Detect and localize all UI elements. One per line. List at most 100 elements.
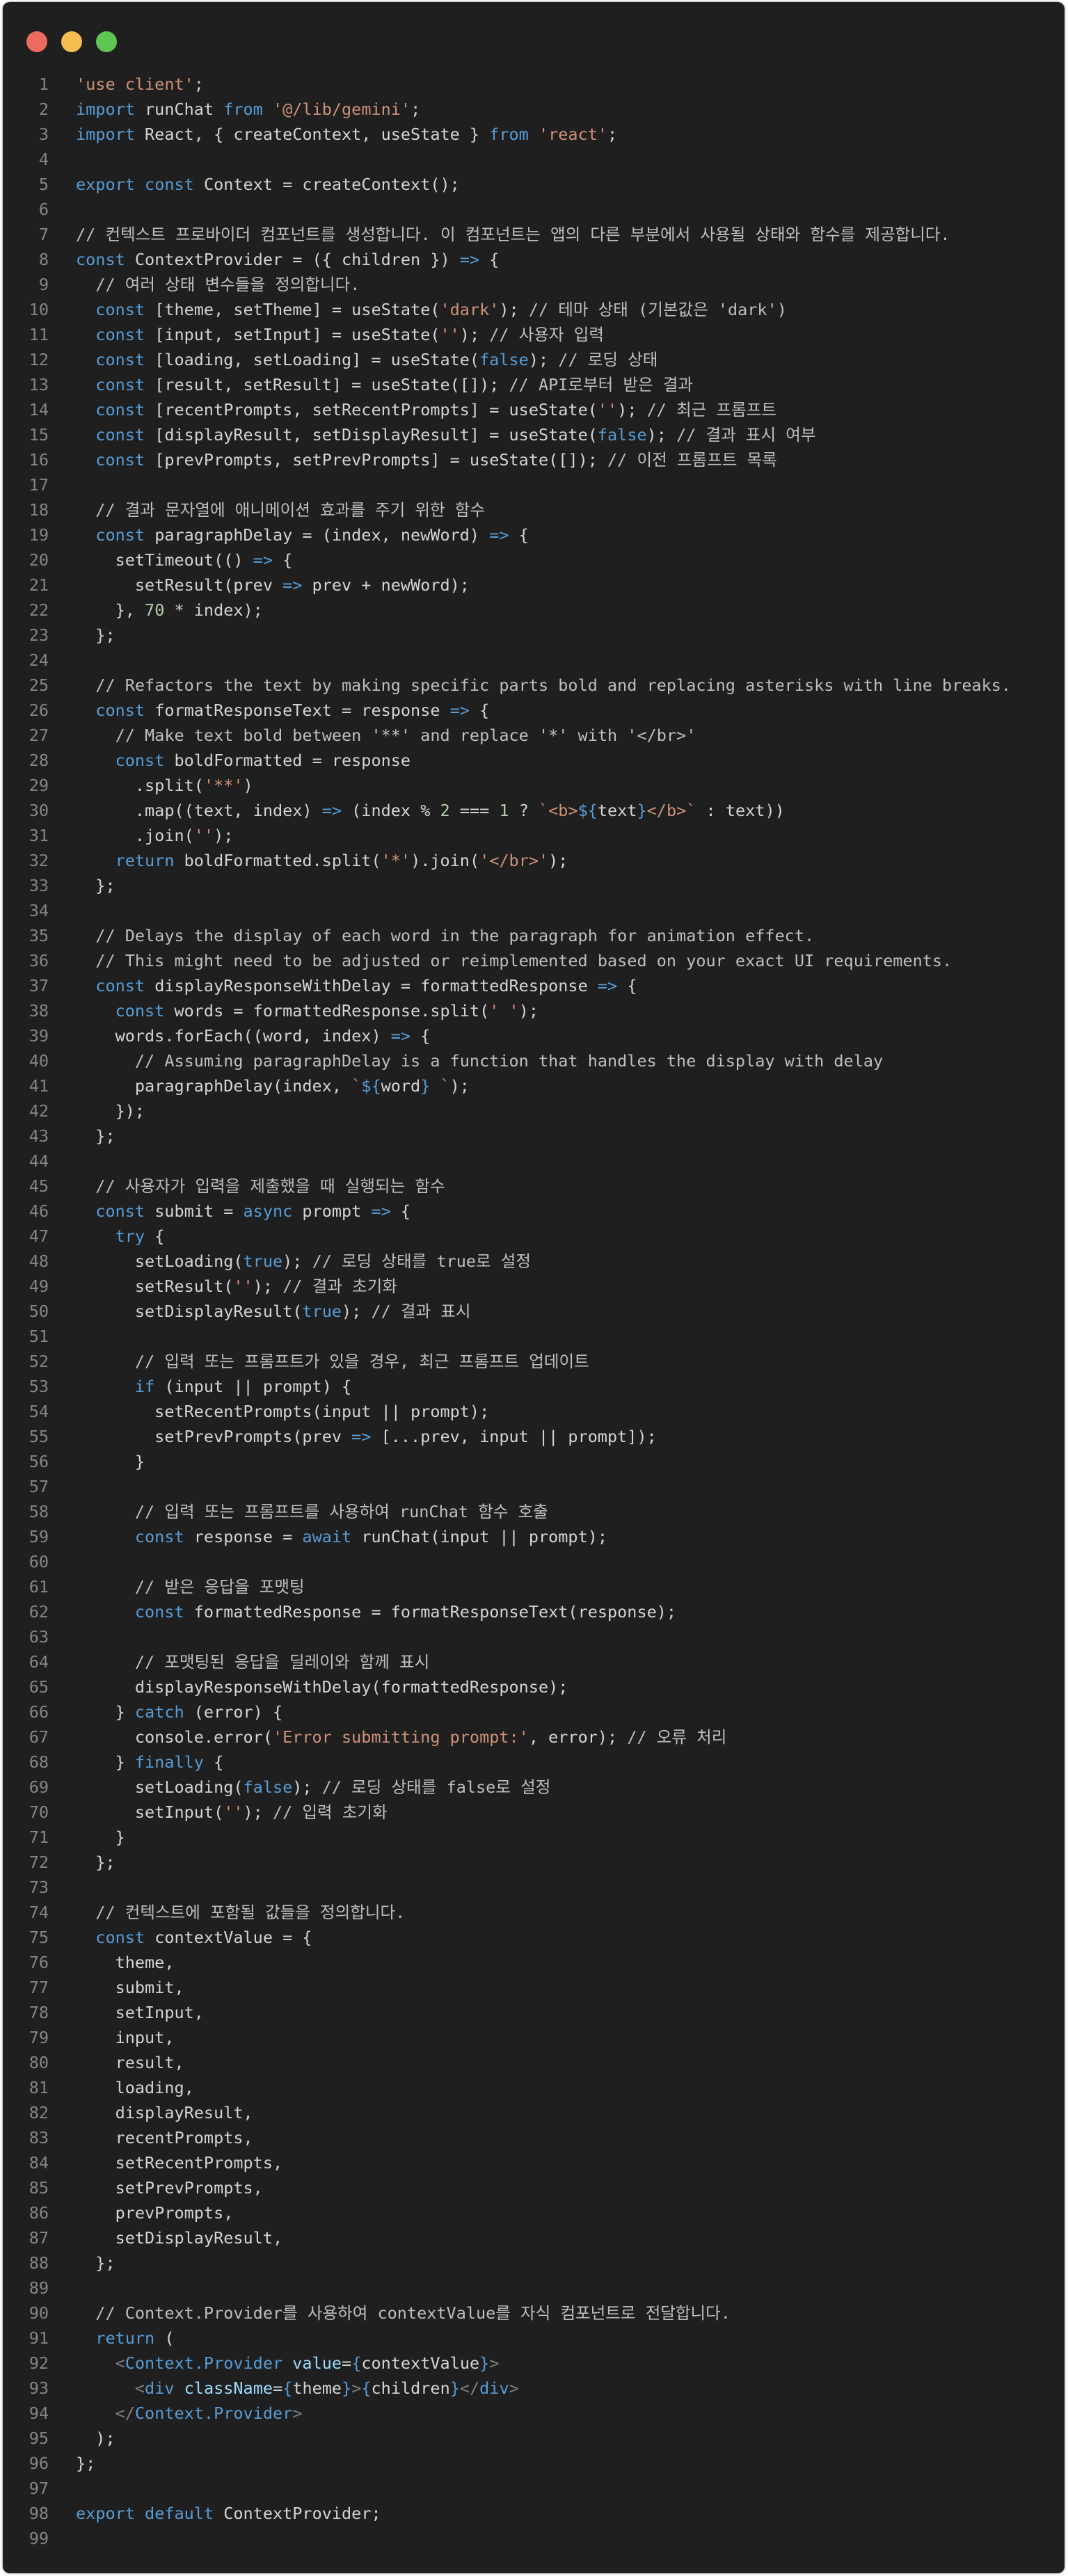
code-line: 97 — [3, 2476, 1065, 2501]
token-txt: { — [390, 1201, 411, 1221]
token-kw: return — [115, 851, 175, 870]
token-txt: } — [76, 1752, 135, 1772]
token-txt: runChat(input || prompt); — [351, 1527, 608, 1546]
line-source: }; — [76, 873, 115, 898]
token-txt: displayResponseWithDelay = formattedResp… — [145, 976, 598, 995]
token-com: // 사용자가 입력을 제출했을 때 실행되는 함수 — [95, 1176, 445, 1196]
line-source: const [theme, setTheme] = useState('dark… — [76, 297, 787, 322]
minimize-button[interactable] — [61, 31, 82, 52]
code-line: 49 setResult(''); // 결과 초기화 — [3, 1274, 1065, 1299]
code-line: 96}; — [3, 2451, 1065, 2476]
line-number: 7 — [38, 225, 49, 244]
token-txt: } — [76, 1702, 135, 1722]
token-com: // API로부터 받은 결과 — [509, 375, 694, 394]
line-source: // 사용자가 입력을 제출했을 때 실행되는 함수 — [76, 1174, 445, 1199]
line-number: 45 — [29, 1176, 49, 1196]
line-number: 88 — [29, 2253, 49, 2273]
token-com: // 최근 프롬프트 — [646, 400, 776, 419]
line-source: words.forEach((word, index) => { — [76, 1023, 431, 1048]
code-line: 77 submit, — [3, 1975, 1065, 2000]
line-number: 99 — [29, 2529, 49, 2548]
token-kw: finally — [134, 1752, 204, 1772]
token-kw: const — [115, 751, 165, 770]
token-txt: ); — [253, 1277, 283, 1296]
line-number: 92 — [29, 2353, 49, 2373]
line-source: // This might need to be adjusted or rei… — [76, 948, 952, 973]
token-kw: const — [95, 450, 145, 470]
line-source: prevPrompts, — [76, 2200, 234, 2225]
code-line: 55 setPrevPrompts(prev => [...prev, inpu… — [3, 1424, 1065, 1449]
token-str: '</br>' — [479, 851, 549, 870]
token-txt: paragraphDelay = (index, newWord) — [145, 525, 490, 545]
line-number: 48 — [29, 1251, 49, 1271]
code-line: 80 result, — [3, 2050, 1065, 2075]
line-source: setPrevPrompts, — [76, 2175, 263, 2200]
token-kw: => — [459, 250, 480, 269]
token-kw: false — [479, 350, 529, 369]
token-txt: === — [449, 801, 500, 820]
token-txt: formatResponseText = response — [145, 701, 450, 720]
line-number: 55 — [29, 1427, 49, 1446]
line-source: }, 70 * index); — [76, 598, 263, 623]
token-txt: }; — [76, 2454, 96, 2473]
token-txt: setResult(prev — [76, 575, 283, 595]
code-line: 57 — [3, 1474, 1065, 1499]
line-number: 87 — [29, 2228, 49, 2248]
token-txt: setResult( — [76, 1277, 234, 1296]
line-source: // 입력 또는 프롬프트를 사용하여 runChat 함수 호출 — [76, 1499, 548, 1524]
code-line: 48 setLoading(true); // 로딩 상태를 true로 설정 — [3, 1249, 1065, 1274]
line-number: 12 — [29, 350, 49, 369]
code-line: 27 // Make text bold between '**' and re… — [3, 723, 1065, 748]
code-line: 53 if (input || prompt) { — [3, 1374, 1065, 1399]
line-source: </Context.Provider> — [76, 2401, 303, 2426]
line-number: 30 — [29, 801, 49, 820]
line-number: 58 — [29, 1502, 49, 1521]
code-line: 9 // 여러 상태 변수들을 정의합니다. — [3, 272, 1065, 297]
token-txt: result, — [76, 2053, 184, 2072]
line-number: 3 — [38, 125, 49, 144]
token-txt: ContextProvider; — [214, 2504, 381, 2523]
line-number: 9 — [38, 275, 49, 294]
line-number: 14 — [29, 400, 49, 419]
line-source: const [prevPrompts, setPrevPrompts] = us… — [76, 447, 776, 472]
line-number: 63 — [29, 1627, 49, 1647]
token-txt: theme, — [76, 1953, 175, 1972]
line-number: 67 — [29, 1727, 49, 1747]
line-number: 44 — [29, 1151, 49, 1171]
token-kw: { — [282, 2378, 293, 2398]
token-com: // 오류 처리 — [627, 1727, 727, 1747]
maximize-button[interactable] — [96, 31, 117, 52]
line-number: 57 — [29, 1477, 49, 1496]
token-str: `<b> — [539, 801, 578, 820]
line-source: } — [76, 1449, 145, 1474]
token-com: // Context.Provider를 사용하여 contextValue를 … — [95, 2303, 731, 2323]
line-number: 77 — [29, 1978, 49, 1997]
code-line: 46 const submit = async prompt => { — [3, 1199, 1065, 1224]
line-source: // Refactors the text by making specific… — [76, 673, 1011, 698]
line-source: export const Context = createContext(); — [76, 172, 460, 197]
code-line: 88 }; — [3, 2250, 1065, 2275]
line-number: 97 — [29, 2479, 49, 2498]
token-com: // 로딩 상태를 false로 설정 — [321, 1777, 551, 1797]
close-button[interactable] — [26, 31, 47, 52]
line-source: try { — [76, 1224, 165, 1249]
token-txt: setRecentPrompts(input || prompt); — [76, 1402, 490, 1421]
token-txt: }; — [76, 876, 115, 895]
code-line: 15 const [displayResult, setDisplayResul… — [3, 422, 1065, 447]
token-punc: </ — [459, 2378, 480, 2398]
line-source: const formattedResponse = formatResponse… — [76, 1599, 676, 1624]
token-txt: ); — [459, 325, 490, 344]
token-txt: displayResult, — [76, 2103, 253, 2122]
line-number: 82 — [29, 2103, 49, 2122]
line-number: 93 — [29, 2378, 49, 2398]
line-source: paragraphDelay(index, `${word} `); — [76, 1073, 470, 1098]
line-source: const [loading, setLoading] = useState(f… — [76, 347, 657, 372]
code-line: 84 setRecentPrompts, — [3, 2150, 1065, 2175]
